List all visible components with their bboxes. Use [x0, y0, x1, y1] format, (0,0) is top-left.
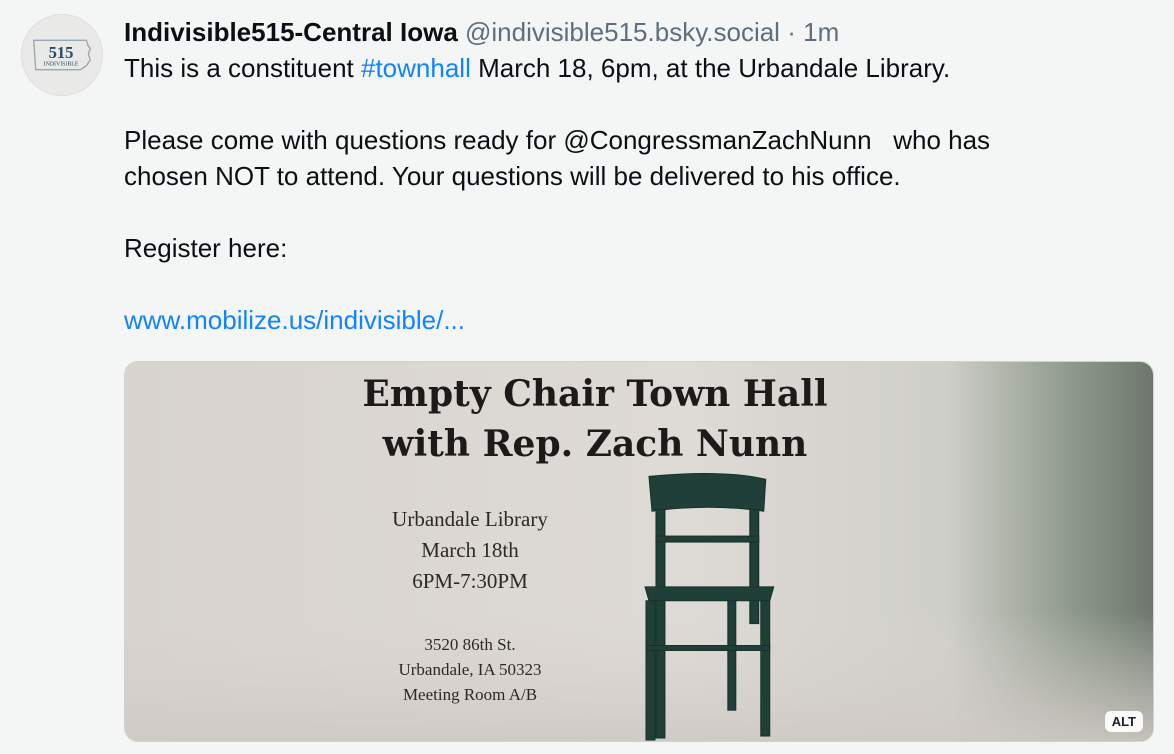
image-address-line-1: 3520 86th St.	[424, 635, 516, 654]
image-date: March 18th	[421, 538, 519, 562]
post: Indivisible515-Central Iowa @indivisible…	[124, 14, 1154, 338]
author-avatar[interactable]: 515 INDIVISIBLE	[21, 14, 103, 96]
avatar-number: 515	[49, 43, 74, 62]
avatar-label: INDIVISIBLE	[44, 62, 79, 68]
post-line-1: This is a constituent #townhall March 18…	[124, 50, 1154, 86]
hashtag-link[interactable]: #townhall	[361, 53, 471, 83]
indivisible-logo-icon: 515 INDIVISIBLE	[22, 15, 102, 95]
author-name[interactable]: Indivisible515-Central Iowa	[124, 17, 458, 47]
post-header: Indivisible515-Central Iowa @indivisible…	[124, 14, 1154, 50]
header-separator: ·	[787, 17, 796, 47]
post-paragraph-2-line-1: Please come with questions ready for @Co…	[124, 125, 991, 155]
author-handle[interactable]: @indivisible515.bsky.social	[465, 17, 780, 47]
post-body: This is a constituent #townhall March 18…	[124, 50, 1154, 338]
image-time: 6PM-7:30PM	[412, 569, 528, 593]
image-room: Meeting Room A/B	[402, 685, 538, 704]
post-text-after-hashtag: March 18, 6pm, at the Urbandale Library.	[470, 53, 951, 83]
image-address-line-2: Urbandale, IA 50323	[398, 660, 542, 679]
image-title-line-2: with Rep. Zach Nunn	[382, 423, 808, 465]
post-paragraph-2-line-2: chosen NOT to attend. Your questions wil…	[124, 161, 901, 191]
post-image[interactable]: Empty Chair Town Hall with Rep. Zach Nun…	[124, 361, 1154, 742]
post-text-before-hashtag: This is a constituent	[124, 53, 361, 83]
post-timestamp[interactable]: 1m	[803, 17, 839, 47]
registration-link[interactable]: www.mobilize.us/indivisible/...	[124, 305, 465, 335]
image-venue: Urbandale Library	[392, 507, 548, 531]
alt-text-badge[interactable]: ALT	[1104, 711, 1143, 732]
post-register-text: Register here:	[124, 233, 288, 263]
image-title-line-1: Empty Chair Town Hall	[362, 373, 828, 415]
